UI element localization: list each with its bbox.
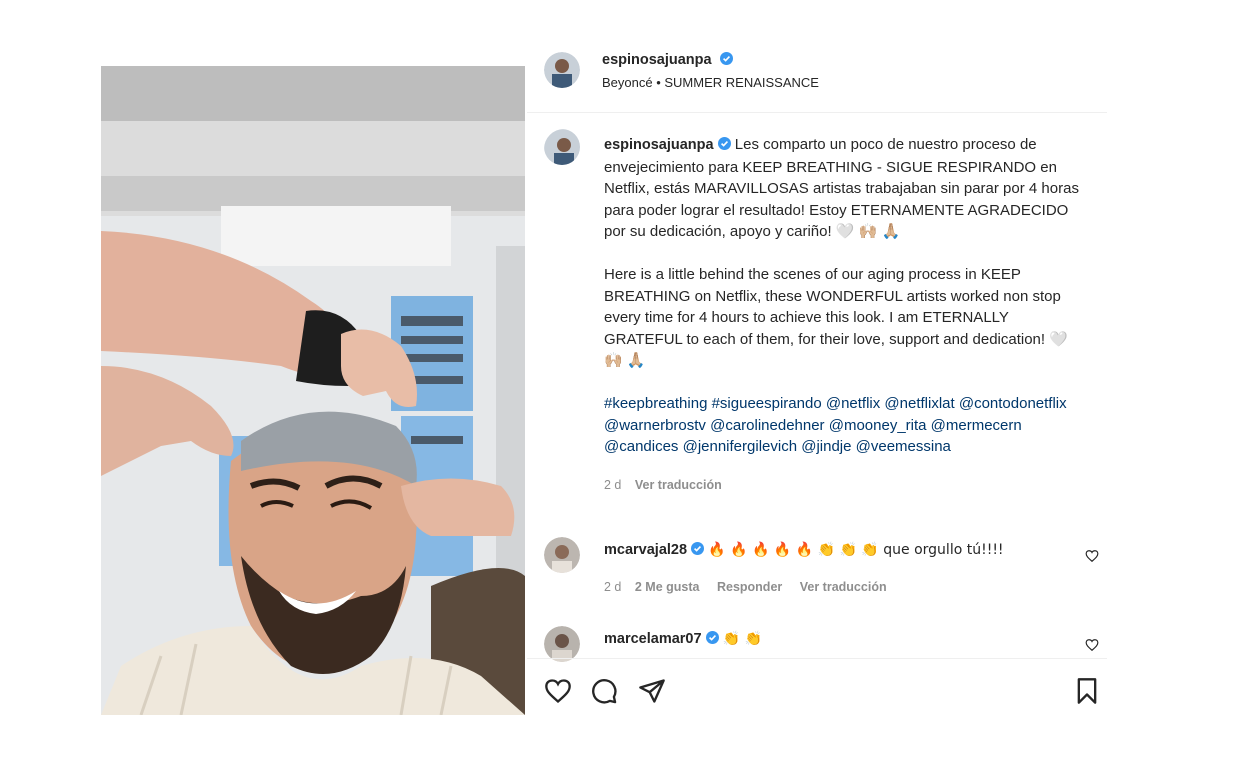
comment-username[interactable]: mcarvajal28 xyxy=(604,542,687,558)
comment-icon[interactable] xyxy=(590,677,618,705)
comment-text: 👏 👏 xyxy=(722,631,763,647)
bookmark-icon[interactable] xyxy=(1073,677,1101,705)
comment-age: 2 d xyxy=(604,580,622,594)
author-username[interactable]: espinosajuanpa xyxy=(602,52,712,68)
comment-like-heart-icon[interactable] xyxy=(1085,549,1099,563)
comment-translate-link[interactable]: Ver traducción xyxy=(800,580,887,594)
comment-reply-button[interactable]: Responder xyxy=(717,580,782,594)
heart-icon[interactable] xyxy=(544,677,572,705)
caption-age: 2 d xyxy=(604,478,622,492)
verified-icon xyxy=(717,137,731,150)
comment-avatar[interactable] xyxy=(544,537,580,573)
audio-label[interactable]: Beyoncé • SUMMER RENAISSANCE xyxy=(602,75,819,90)
caption-username[interactable]: espinosajuanpa xyxy=(604,137,714,153)
comment-row: marcelamar07 👏 👏 xyxy=(604,630,762,647)
verified-icon xyxy=(705,631,719,644)
post-header: espinosajuanpa Beyoncé • SUMMER RENAISSA… xyxy=(527,40,1107,113)
caption-english: Here is a little behind the scenes of ou… xyxy=(604,266,1068,369)
comment-avatar[interactable] xyxy=(544,626,580,662)
post-panel: espinosajuanpa Beyoncé • SUMMER RENAISSA… xyxy=(527,40,1107,720)
comment-row: mcarvajal28 🔥 🔥 🔥 🔥 🔥 👏 👏 👏 que orgullo … xyxy=(604,541,1004,558)
comment-username[interactable]: marcelamar07 xyxy=(604,631,702,647)
caption-avatar[interactable] xyxy=(544,129,580,165)
caption-hashtags[interactable]: #keepbreathing #sigueespirando @netflix … xyxy=(604,393,1082,458)
verified-icon xyxy=(720,52,734,65)
comment-likes[interactable]: 2 Me gusta xyxy=(635,580,700,594)
verified-icon xyxy=(691,542,705,555)
post-photo[interactable] xyxy=(101,66,525,715)
caption: espinosajuanpa Les comparto un poco de n… xyxy=(604,134,1082,497)
share-icon[interactable] xyxy=(638,677,666,705)
caption-translate-link[interactable]: Ver traducción xyxy=(635,478,722,492)
comment-meta: 2 d 2 Me gusta Responder Ver traducción xyxy=(604,580,887,594)
post-image xyxy=(101,66,525,715)
comment-text: 🔥 🔥 🔥 🔥 🔥 👏 👏 👏 que orgullo tú!!!! xyxy=(708,542,1004,558)
action-bar xyxy=(527,658,1107,721)
author-avatar[interactable] xyxy=(544,52,580,88)
comment-like-heart-icon[interactable] xyxy=(1085,638,1099,652)
